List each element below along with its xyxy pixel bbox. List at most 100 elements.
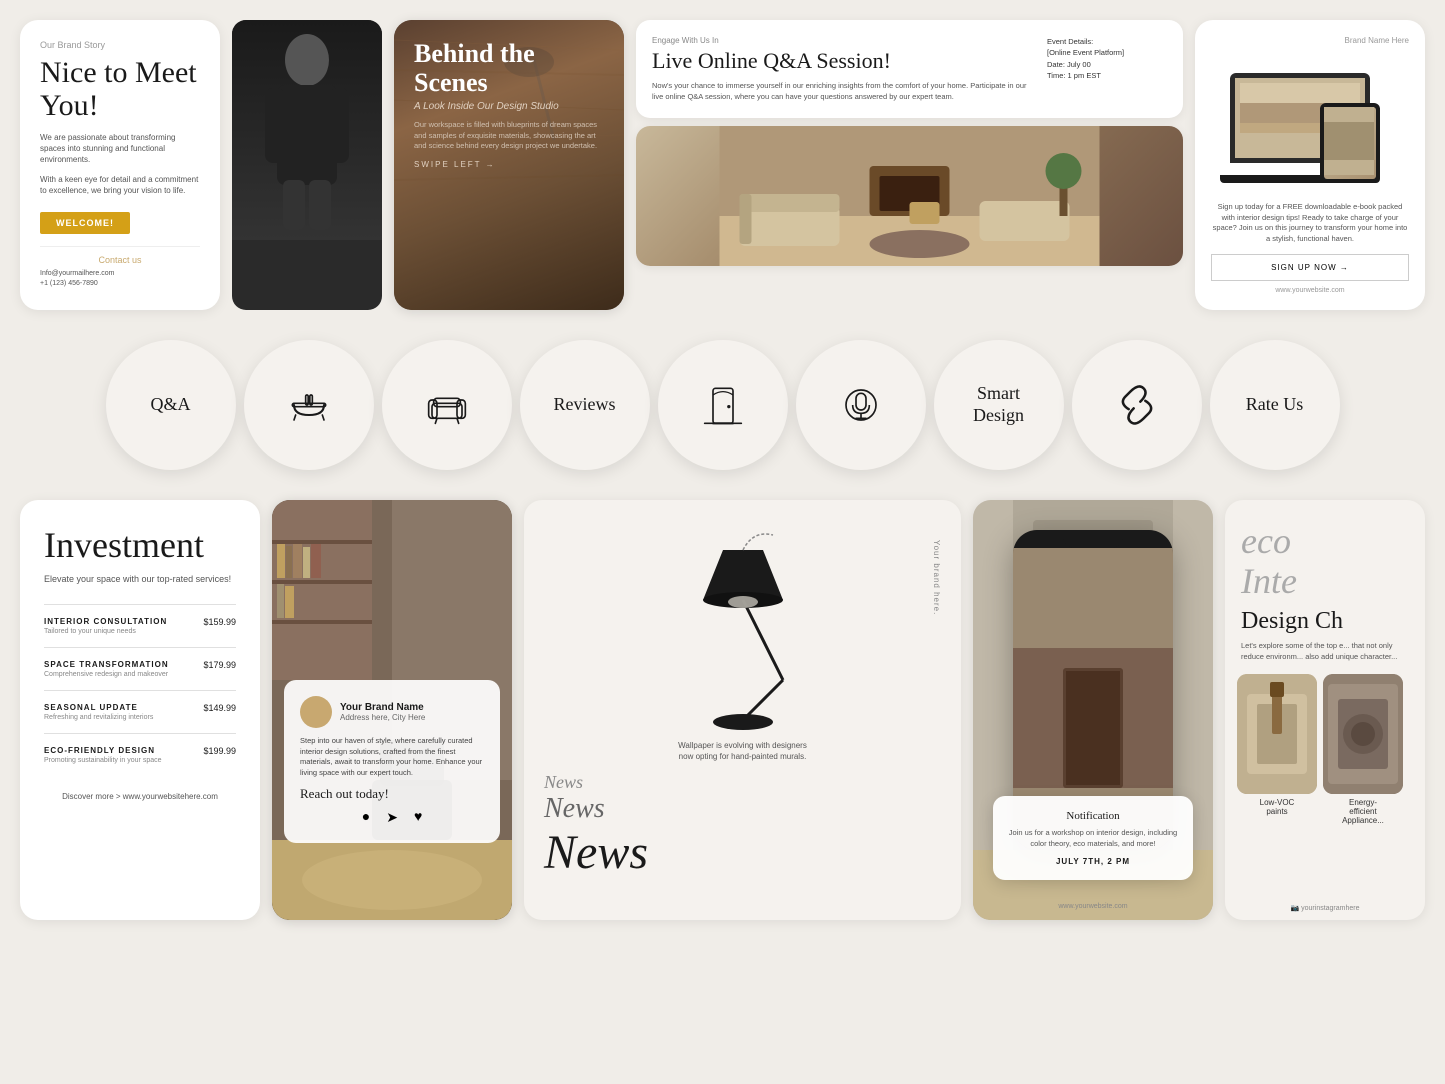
phone-website-footer: www.yourwebsite.com [973, 903, 1213, 910]
card-phone: Notification Join us for a workshop on i… [973, 500, 1213, 920]
inv-label-4: ECO-FRIENDLY DESIGN [44, 746, 162, 755]
qa-left: Engage With Us In Live Online Q&A Sessio… [652, 36, 1035, 102]
lamp-illustration [643, 520, 843, 740]
swipe-label: SWIPE LEFT → [414, 160, 604, 169]
eco-photo-2 [1323, 674, 1403, 794]
qa-event-details: Event Details: [Online Event Platform] D… [1047, 36, 1167, 81]
circle-door[interactable] [658, 340, 788, 470]
social-icons: ● ➤ ♥ [300, 810, 484, 827]
row2-circles: Q&A Review [20, 330, 1425, 480]
notif-body: Join us for a workshop on interior desig… [1007, 828, 1179, 849]
door-icon [698, 380, 748, 430]
card-qa-bottom [636, 126, 1183, 266]
eco-heading: Design Ch [1225, 608, 1425, 635]
qa-title: Live Online Q&A Session! [652, 49, 1035, 73]
card-behind-content: Behind the Scenes A Look Inside Our Desi… [394, 20, 624, 189]
person-silhouette [232, 20, 382, 240]
brand-card-header: Your Brand Name Address here, City Here [300, 696, 484, 728]
phone-notch [1063, 530, 1123, 548]
device-mockup [1211, 53, 1409, 192]
investment-item-1: INTERIOR CONSULTATION Tailored to your u… [44, 604, 236, 647]
inv-label-2: SPACE TRANSFORMATION [44, 660, 169, 669]
news-small: News [544, 772, 941, 793]
circle-qa-label: Q&A [151, 394, 191, 416]
device-text: Sign up today for a FREE downloadable e-… [1211, 202, 1409, 244]
circle-bathtub[interactable] [244, 340, 374, 470]
card-meet: Our Brand Story Nice to Meet You! We are… [20, 20, 220, 310]
investment-item-2: SPACE TRANSFORMATION Comprehensive redes… [44, 647, 236, 690]
share-icon[interactable]: ➤ [386, 810, 398, 827]
notification-card: Notification Join us for a workshop on i… [993, 796, 1193, 880]
eco-label-2: Energy-efficientAppliance... [1323, 794, 1403, 825]
tablet-content [1324, 107, 1374, 175]
behind-subtitle: A Look Inside Our Design Studio [414, 101, 604, 112]
sofa-icon [422, 380, 472, 430]
device-website: www.yourwebsite.com [1211, 287, 1409, 294]
circle-rate-us[interactable]: Rate Us [1210, 340, 1340, 470]
device-brand-name: Brand Name Here [1211, 36, 1409, 45]
signup-button[interactable]: SIGN UP NOW → [1211, 254, 1409, 281]
eco-title-line2: Inte [1241, 561, 1297, 601]
investment-item-3: SEASONAL UPDATE Refreshing and revitaliz… [44, 690, 236, 733]
investment-item-4: ECO-FRIENDLY DESIGN Promoting sustainabi… [44, 733, 236, 776]
circle-rate-us-label: Rate Us [1246, 394, 1304, 416]
heart-icon[interactable]: ♥ [414, 810, 422, 827]
person-svg [257, 20, 357, 240]
news-large: News [544, 825, 941, 880]
eco-photo-item-1: Low-VOCpaints [1237, 674, 1317, 825]
eco-body: Let's explore some of the top e... that … [1225, 641, 1425, 674]
notif-title: Notification [1007, 810, 1179, 822]
brand-body-text: Step into our haven of style, where care… [300, 736, 484, 778]
inv-label-1: INTERIOR CONSULTATION [44, 617, 167, 626]
investment-sub: Elevate your space with our top-rated se… [44, 574, 236, 584]
circle-link[interactable] [1072, 340, 1202, 470]
inv-desc-4: Promoting sustainability in your space [44, 757, 162, 764]
inv-desc-2: Comprehensive redesign and makeover [44, 671, 169, 678]
main-container: Our Brand Story Nice to Meet You! We are… [0, 0, 1445, 940]
circle-sofa[interactable] [382, 340, 512, 470]
inv-price-2: $179.99 [203, 660, 236, 670]
brand-address: Address here, City Here [340, 713, 425, 722]
eco-label-1: Low-VOCpaints [1237, 794, 1317, 816]
row3: Investment Elevate your space with our t… [20, 500, 1425, 920]
instagram-icon: 📷 [1290, 905, 1301, 912]
circle-qa[interactable]: Q&A [106, 340, 236, 470]
card-photo-dark: Your Brand Name Address here, City Here … [272, 500, 512, 920]
low-voc-svg [1237, 674, 1317, 794]
behind-body: Our workspace is filled with blueprints … [414, 120, 604, 152]
contact-email: Info@yourmailhere.com [40, 269, 200, 280]
card-qa: Engage With Us In Live Online Q&A Sessio… [636, 20, 1183, 310]
mic-icon [836, 380, 886, 430]
brand-name-text: Your Brand Name [340, 702, 425, 713]
qa-right: Event Details: [Online Event Platform] D… [1047, 36, 1167, 102]
link-icon [1112, 380, 1162, 430]
brand-avatar [300, 696, 332, 728]
like-icon[interactable]: ● [362, 810, 370, 827]
notif-date: JULY 7TH, 2 PM [1007, 857, 1179, 866]
contact-phone: +1 (123) 456-7890 [40, 279, 200, 290]
eco-title-line1: eco [1241, 521, 1291, 561]
circle-smart-design-label: SmartDesign [973, 383, 1024, 426]
brand-card-overlay: Your Brand Name Address here, City Here … [284, 680, 500, 843]
card-eco: eco Inte Design Ch Let's explore some of… [1225, 500, 1425, 920]
circle-mic[interactable] [796, 340, 926, 470]
meet-body2: With a keen eye for detail and a commitm… [40, 174, 200, 196]
circle-smart-design[interactable]: SmartDesign [934, 340, 1064, 470]
circle-reviews[interactable]: Reviews [520, 340, 650, 470]
lamp-svg [544, 520, 941, 740]
circle-reviews-label: Reviews [554, 394, 616, 416]
news-medium: News [544, 793, 941, 825]
eco-photo-item-2: Energy-efficientAppliance... [1323, 674, 1403, 825]
person-photo [232, 20, 382, 310]
room-photo [636, 126, 1183, 266]
bathtub-icon [284, 380, 334, 430]
energy-svg [1323, 674, 1403, 794]
contact-label[interactable]: Contact us [40, 255, 200, 265]
welcome-button[interactable]: WELCOME! [40, 212, 130, 234]
wallpaper-text: Wallpaper is evolving with designers now… [673, 740, 813, 762]
tablet [1320, 103, 1380, 183]
tablet-screen [1324, 107, 1376, 179]
investment-discover: Discover more > www.yourwebsitehere.com [44, 792, 236, 801]
inv-price-4: $199.99 [203, 746, 236, 756]
card-lamp: Your brand here. [524, 500, 961, 920]
